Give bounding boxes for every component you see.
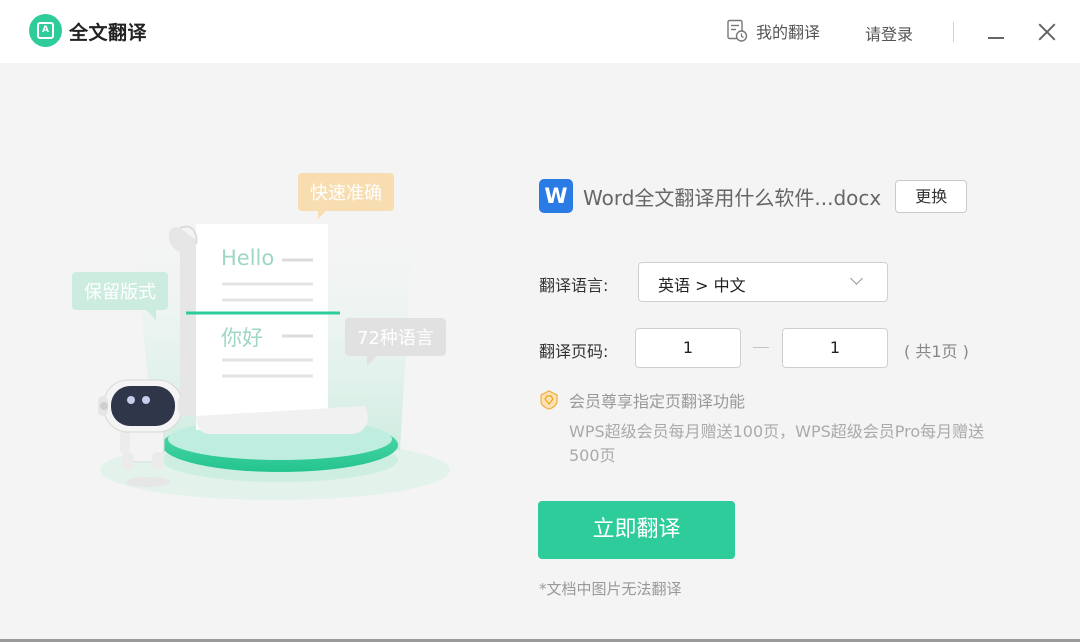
image-warning-note: *文档中图片无法翻译 <box>539 580 682 598</box>
sample-text-hello: Hello <box>221 246 275 270</box>
minimize-button[interactable] <box>982 18 1010 46</box>
language-select-value: 英语 > 中文 <box>658 276 746 295</box>
word-doc-icon: W <box>539 179 573 213</box>
feature-bubble-layout: 保留版式 <box>72 272 168 320</box>
replace-file-button[interactable]: 更换 <box>895 179 968 213</box>
translation-window: A 全文翻译 我的翻译 请登录 快速准确 保留版式 72种语言 Hello 你好… <box>0 0 1080 642</box>
title-bar: A 全文翻译 我的翻译 请登录 <box>0 0 1080 63</box>
page-total-count: ( 共1页 ) <box>904 342 969 361</box>
page-range-label: 翻译页码: <box>539 342 609 361</box>
my-translations-button[interactable]: 我的翻译 <box>726 19 820 43</box>
my-translations-label: 我的翻译 <box>756 23 821 42</box>
document-clock-icon <box>727 19 748 42</box>
app-logo-icon: A <box>29 14 62 47</box>
language-select[interactable]: 英语 > 中文 <box>638 262 888 302</box>
app-logo-glyph: A <box>37 22 54 39</box>
page-range-dash <box>753 347 769 348</box>
translate-now-button[interactable]: 立即翻译 <box>538 501 735 559</box>
selected-file-row: W Word全文翻译用什么软件...docx 更换 <box>539 178 968 214</box>
titlebar-divider <box>953 22 954 42</box>
vip-diamond-icon <box>540 390 558 410</box>
translate-language-label: 翻译语言: <box>539 276 609 295</box>
feature-bubble-languages: 72种语言 <box>345 318 446 366</box>
vip-notice-description: WPS超级会员每月赠送100页，WPS超级会员Pro每月赠送500页 <box>569 422 985 465</box>
vip-notice-title: 会员尊享指定页翻译功能 <box>569 392 746 411</box>
file-name: Word全文翻译用什么软件...docx <box>583 185 882 210</box>
sample-text-nihao: 你好 <box>221 326 263 350</box>
close-button[interactable] <box>1033 18 1061 46</box>
app-title: 全文翻译 <box>69 22 148 44</box>
feature-bubble-fast: 快速准确 <box>298 173 394 219</box>
page-to-input[interactable]: 1 <box>782 328 888 368</box>
feature-illustration: 快速准确 保留版式 72种语言 Hello 你好 <box>60 160 480 520</box>
page-from-input[interactable]: 1 <box>635 328 741 368</box>
chevron-down-icon <box>850 272 863 285</box>
login-link[interactable]: 请登录 <box>865 21 913 45</box>
